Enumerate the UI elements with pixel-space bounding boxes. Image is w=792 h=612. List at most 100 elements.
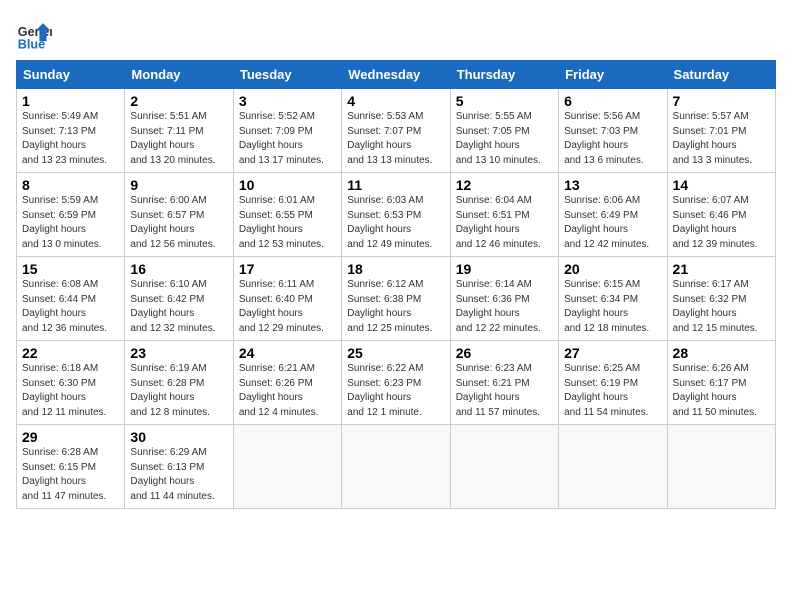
cell-info: Sunrise: 5:52 AM Sunset: 7:09 PM Dayligh… [239,110,336,168]
day-cell-29: 29 Sunrise: 6:28 AM Sunset: 6:15 PM Dayl… [17,425,125,509]
cell-info: Sunrise: 6:12 AM Sunset: 6:38 PM Dayligh… [347,278,444,336]
day-number: 26 [456,345,553,361]
day-number: 25 [347,345,444,361]
cell-info: Sunrise: 5:56 AM Sunset: 7:03 PM Dayligh… [564,110,661,168]
day-number: 27 [564,345,661,361]
day-number: 17 [239,261,336,277]
day-number: 30 [130,429,227,445]
day-cell-5: 5 Sunrise: 5:55 AM Sunset: 7:05 PM Dayli… [450,89,558,173]
header-cell-wednesday: Wednesday [342,61,450,89]
day-cell-1: 1 Sunrise: 5:49 AM Sunset: 7:13 PM Dayli… [17,89,125,173]
day-number: 19 [456,261,553,277]
day-cell-9: 9 Sunrise: 6:00 AM Sunset: 6:57 PM Dayli… [125,173,233,257]
cell-info: Sunrise: 5:57 AM Sunset: 7:01 PM Dayligh… [673,110,770,168]
day-number: 5 [456,93,553,109]
cell-info: Sunrise: 5:49 AM Sunset: 7:13 PM Dayligh… [22,110,119,168]
day-number: 21 [673,261,770,277]
day-number: 10 [239,177,336,193]
calendar-table: SundayMondayTuesdayWednesdayThursdayFrid… [16,60,776,509]
cell-info: Sunrise: 6:25 AM Sunset: 6:19 PM Dayligh… [564,362,661,420]
week-row-3: 15 Sunrise: 6:08 AM Sunset: 6:44 PM Dayl… [17,257,776,341]
day-cell-11: 11 Sunrise: 6:03 AM Sunset: 6:53 PM Dayl… [342,173,450,257]
cell-info: Sunrise: 6:28 AM Sunset: 6:15 PM Dayligh… [22,446,119,504]
day-number: 13 [564,177,661,193]
cell-info: Sunrise: 6:10 AM Sunset: 6:42 PM Dayligh… [130,278,227,336]
cell-info: Sunrise: 6:17 AM Sunset: 6:32 PM Dayligh… [673,278,770,336]
day-number: 24 [239,345,336,361]
day-cell-4: 4 Sunrise: 5:53 AM Sunset: 7:07 PM Dayli… [342,89,450,173]
logo-icon: General Blue [16,16,52,52]
day-cell-22: 22 Sunrise: 6:18 AM Sunset: 6:30 PM Dayl… [17,341,125,425]
cell-info: Sunrise: 6:21 AM Sunset: 6:26 PM Dayligh… [239,362,336,420]
day-cell-26: 26 Sunrise: 6:23 AM Sunset: 6:21 PM Dayl… [450,341,558,425]
day-number: 9 [130,177,227,193]
cell-info: Sunrise: 6:26 AM Sunset: 6:17 PM Dayligh… [673,362,770,420]
header-cell-friday: Friday [559,61,667,89]
cell-info: Sunrise: 6:22 AM Sunset: 6:23 PM Dayligh… [347,362,444,420]
cell-info: Sunrise: 6:06 AM Sunset: 6:49 PM Dayligh… [564,194,661,252]
cell-info: Sunrise: 5:55 AM Sunset: 7:05 PM Dayligh… [456,110,553,168]
day-cell-20: 20 Sunrise: 6:15 AM Sunset: 6:34 PM Dayl… [559,257,667,341]
week-row-4: 22 Sunrise: 6:18 AM Sunset: 6:30 PM Dayl… [17,341,776,425]
header-cell-monday: Monday [125,61,233,89]
day-number: 8 [22,177,119,193]
day-cell-7: 7 Sunrise: 5:57 AM Sunset: 7:01 PM Dayli… [667,89,775,173]
day-cell-13: 13 Sunrise: 6:06 AM Sunset: 6:49 PM Dayl… [559,173,667,257]
day-cell-19: 19 Sunrise: 6:14 AM Sunset: 6:36 PM Dayl… [450,257,558,341]
day-cell-12: 12 Sunrise: 6:04 AM Sunset: 6:51 PM Dayl… [450,173,558,257]
cell-info: Sunrise: 6:07 AM Sunset: 6:46 PM Dayligh… [673,194,770,252]
cell-info: Sunrise: 5:59 AM Sunset: 6:59 PM Dayligh… [22,194,119,252]
cell-info: Sunrise: 5:51 AM Sunset: 7:11 PM Dayligh… [130,110,227,168]
day-cell-empty-4-3 [342,425,450,509]
day-cell-18: 18 Sunrise: 6:12 AM Sunset: 6:38 PM Dayl… [342,257,450,341]
day-cell-24: 24 Sunrise: 6:21 AM Sunset: 6:26 PM Dayl… [233,341,341,425]
day-number: 22 [22,345,119,361]
day-cell-16: 16 Sunrise: 6:10 AM Sunset: 6:42 PM Dayl… [125,257,233,341]
cell-info: Sunrise: 6:29 AM Sunset: 6:13 PM Dayligh… [130,446,227,504]
cell-info: Sunrise: 6:03 AM Sunset: 6:53 PM Dayligh… [347,194,444,252]
header-cell-tuesday: Tuesday [233,61,341,89]
day-cell-28: 28 Sunrise: 6:26 AM Sunset: 6:17 PM Dayl… [667,341,775,425]
day-number: 2 [130,93,227,109]
cell-info: Sunrise: 6:04 AM Sunset: 6:51 PM Dayligh… [456,194,553,252]
header-cell-sunday: Sunday [17,61,125,89]
header-row: SundayMondayTuesdayWednesdayThursdayFrid… [17,61,776,89]
day-number: 15 [22,261,119,277]
day-number: 29 [22,429,119,445]
day-cell-10: 10 Sunrise: 6:01 AM Sunset: 6:55 PM Dayl… [233,173,341,257]
week-row-2: 8 Sunrise: 5:59 AM Sunset: 6:59 PM Dayli… [17,173,776,257]
day-number: 1 [22,93,119,109]
day-number: 23 [130,345,227,361]
calendar-body: 1 Sunrise: 5:49 AM Sunset: 7:13 PM Dayli… [17,89,776,509]
cell-info: Sunrise: 6:01 AM Sunset: 6:55 PM Dayligh… [239,194,336,252]
cell-info: Sunrise: 5:53 AM Sunset: 7:07 PM Dayligh… [347,110,444,168]
day-cell-8: 8 Sunrise: 5:59 AM Sunset: 6:59 PM Dayli… [17,173,125,257]
day-cell-empty-4-2 [233,425,341,509]
day-cell-6: 6 Sunrise: 5:56 AM Sunset: 7:03 PM Dayli… [559,89,667,173]
day-cell-23: 23 Sunrise: 6:19 AM Sunset: 6:28 PM Dayl… [125,341,233,425]
header-cell-thursday: Thursday [450,61,558,89]
header-cell-saturday: Saturday [667,61,775,89]
day-number: 28 [673,345,770,361]
cell-info: Sunrise: 6:11 AM Sunset: 6:40 PM Dayligh… [239,278,336,336]
day-cell-27: 27 Sunrise: 6:25 AM Sunset: 6:19 PM Dayl… [559,341,667,425]
day-cell-17: 17 Sunrise: 6:11 AM Sunset: 6:40 PM Dayl… [233,257,341,341]
day-cell-3: 3 Sunrise: 5:52 AM Sunset: 7:09 PM Dayli… [233,89,341,173]
day-number: 16 [130,261,227,277]
day-number: 6 [564,93,661,109]
cell-info: Sunrise: 6:00 AM Sunset: 6:57 PM Dayligh… [130,194,227,252]
day-number: 11 [347,177,444,193]
day-cell-empty-4-6 [667,425,775,509]
day-number: 20 [564,261,661,277]
day-cell-2: 2 Sunrise: 5:51 AM Sunset: 7:11 PM Dayli… [125,89,233,173]
cell-info: Sunrise: 6:19 AM Sunset: 6:28 PM Dayligh… [130,362,227,420]
cell-info: Sunrise: 6:18 AM Sunset: 6:30 PM Dayligh… [22,362,119,420]
day-cell-25: 25 Sunrise: 6:22 AM Sunset: 6:23 PM Dayl… [342,341,450,425]
day-cell-empty-4-5 [559,425,667,509]
day-cell-empty-4-4 [450,425,558,509]
day-cell-15: 15 Sunrise: 6:08 AM Sunset: 6:44 PM Dayl… [17,257,125,341]
logo: General Blue [16,16,52,52]
day-cell-21: 21 Sunrise: 6:17 AM Sunset: 6:32 PM Dayl… [667,257,775,341]
cell-info: Sunrise: 6:15 AM Sunset: 6:34 PM Dayligh… [564,278,661,336]
day-number: 14 [673,177,770,193]
